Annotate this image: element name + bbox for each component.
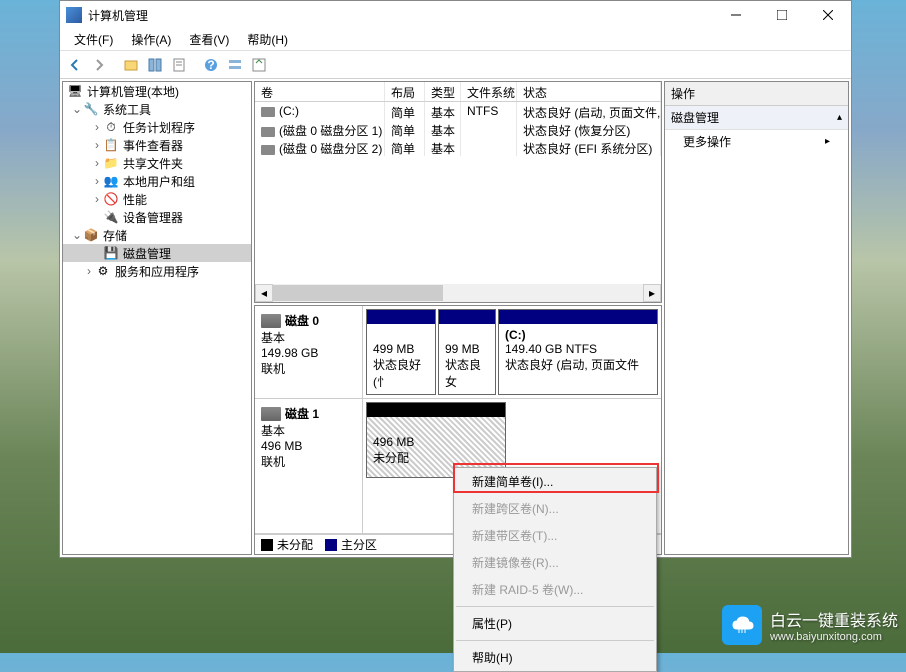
svg-text:?: ? — [207, 58, 214, 72]
services-icon: ⚙ — [95, 263, 111, 279]
computer-icon: 🖥 — [67, 83, 83, 99]
menu-action[interactable]: 操作(A) — [123, 29, 179, 50]
disk-0-row: 磁盘 0 基本 149.98 GB 联机 499 MB 状态良好 (忄 — [255, 306, 661, 399]
wrench-icon: 🔧 — [83, 101, 99, 117]
col-fs[interactable]: 文件系统 — [461, 82, 517, 101]
watermark-title: 白云一键重装系统 — [770, 607, 898, 631]
legend-primary-box — [325, 539, 337, 551]
navigation-tree[interactable]: 🖥计算机管理(本地) ⌄🔧系统工具 ›⏱任务计划程序 ›📋事件查看器 ›📁共享文… — [62, 81, 252, 555]
ctx-properties[interactable]: 属性(P) — [454, 610, 656, 637]
menu-view[interactable]: 查看(V) — [181, 29, 237, 50]
volume-icon — [261, 145, 275, 155]
storage-icon: 📦 — [83, 227, 99, 243]
separator — [456, 640, 654, 641]
scroll-right-button[interactable]: ▸ — [643, 284, 661, 302]
refresh-button[interactable] — [248, 54, 270, 76]
disk0-partition-1[interactable]: 499 MB 状态良好 (忄 — [366, 309, 436, 395]
ctx-new-mirrored-volume[interactable]: 新建镜像卷(R)... — [454, 549, 656, 576]
menu-file[interactable]: 文件(F) — [66, 29, 121, 50]
ctx-new-spanned-volume[interactable]: 新建跨区卷(N)... — [454, 495, 656, 522]
tree-performance[interactable]: ›🚫性能 — [63, 190, 251, 208]
tree-device-manager[interactable]: 🔌设备管理器 — [63, 208, 251, 226]
disk-icon — [261, 314, 281, 328]
up-button[interactable] — [120, 54, 142, 76]
minimize-button[interactable] — [713, 1, 759, 29]
ctx-help[interactable]: 帮助(H) — [454, 644, 656, 671]
window-title: 计算机管理 — [88, 7, 713, 24]
actions-more[interactable]: 更多操作▸ — [665, 130, 848, 153]
actions-panel: 操作 磁盘管理▴ 更多操作▸ — [664, 81, 849, 555]
tree-task-scheduler[interactable]: ›⏱任务计划程序 — [63, 118, 251, 136]
menu-help[interactable]: 帮助(H) — [239, 29, 296, 50]
titlebar: 计算机管理 — [60, 1, 851, 29]
tree-root[interactable]: 🖥计算机管理(本地) — [63, 82, 251, 100]
perf-icon: 🚫 — [103, 191, 119, 207]
context-menu: 新建简单卷(I)... 新建跨区卷(N)... 新建带区卷(T)... 新建镜像… — [453, 467, 657, 672]
actions-header: 操作 — [665, 82, 848, 106]
legend-unallocated-box — [261, 539, 273, 551]
maximize-button[interactable] — [759, 1, 805, 29]
event-icon: 📋 — [103, 137, 119, 153]
users-icon: 👥 — [103, 173, 119, 189]
tree-local-users[interactable]: ›👥本地用户和组 — [63, 172, 251, 190]
menubar: 文件(F) 操作(A) 查看(V) 帮助(H) — [60, 29, 851, 51]
disk-1-label[interactable]: 磁盘 1 基本 496 MB 联机 — [255, 399, 363, 533]
actions-diskmgmt[interactable]: 磁盘管理▴ — [665, 106, 848, 130]
legend-unallocated-label: 未分配 — [277, 536, 313, 553]
legend-primary-label: 主分区 — [341, 536, 377, 553]
disk-0-label[interactable]: 磁盘 0 基本 149.98 GB 联机 — [255, 306, 363, 398]
scroll-thumb[interactable] — [273, 285, 443, 301]
col-type[interactable]: 类型 — [425, 82, 461, 101]
tree-system-tools[interactable]: ⌄🔧系统工具 — [63, 100, 251, 118]
toolbar: ? — [60, 51, 851, 79]
close-button[interactable] — [805, 1, 851, 29]
volume-row[interactable]: (磁盘 0 磁盘分区 2) 简单 基本 状态良好 (EFI 系统分区) — [255, 138, 661, 156]
col-status[interactable]: 状态 — [517, 82, 661, 101]
separator — [456, 606, 654, 607]
tree-event-viewer[interactable]: ›📋事件查看器 — [63, 136, 251, 154]
properties-button[interactable] — [168, 54, 190, 76]
disk-icon: 💾 — [103, 245, 119, 261]
volume-icon — [261, 107, 275, 117]
ctx-new-simple-volume[interactable]: 新建简单卷(I)... — [454, 468, 656, 495]
volume-row[interactable]: (磁盘 0 磁盘分区 1) 简单 基本 状态良好 (恢复分区) — [255, 120, 661, 138]
collapse-icon: ▴ — [837, 112, 842, 123]
ctx-new-raid5-volume[interactable]: 新建 RAID-5 卷(W)... — [454, 576, 656, 603]
ctx-new-striped-volume[interactable]: 新建带区卷(T)... — [454, 522, 656, 549]
col-name[interactable]: 卷 — [255, 82, 385, 101]
tree-shared-folders[interactable]: ›📁共享文件夹 — [63, 154, 251, 172]
scroll-left-button[interactable]: ◂ — [255, 284, 273, 302]
app-icon — [66, 7, 82, 23]
back-button[interactable] — [64, 54, 86, 76]
cloud-icon — [722, 605, 762, 645]
tree-services[interactable]: ›⚙服务和应用程序 — [63, 262, 251, 280]
disk0-partition-c[interactable]: (C:) 149.40 GB NTFS 状态良好 (启动, 页面文件 — [498, 309, 658, 395]
col-layout[interactable]: 布局 — [385, 82, 425, 101]
volume-icon — [261, 127, 275, 137]
help-button[interactable]: ? — [200, 54, 222, 76]
submenu-icon: ▸ — [825, 136, 830, 147]
disk-icon — [261, 407, 281, 421]
tree-disk-management[interactable]: 💾磁盘管理 — [63, 244, 251, 262]
device-icon: 🔌 — [103, 209, 119, 225]
volume-header: 卷 布局 类型 文件系统 状态 — [255, 82, 661, 102]
forward-button[interactable] — [88, 54, 110, 76]
disk0-partition-2[interactable]: 99 MB 状态良女 — [438, 309, 496, 395]
volume-row[interactable]: (C:) 简单 基本 NTFS 状态良好 (启动, 页面文件, 故 — [255, 102, 661, 120]
horizontal-scrollbar[interactable]: ◂ ▸ — [255, 284, 661, 302]
clock-icon: ⏱ — [103, 119, 119, 135]
watermark-url: www.baiyunxitong.com — [770, 631, 898, 643]
volume-list[interactable]: 卷 布局 类型 文件系统 状态 (C:) 简单 基本 NTFS 状态良好 (启动… — [254, 81, 662, 303]
folder-icon: 📁 — [103, 155, 119, 171]
watermark: 白云一键重装系统 www.baiyunxitong.com — [722, 605, 898, 645]
toggle-console-button[interactable] — [144, 54, 166, 76]
tree-storage[interactable]: ⌄📦存储 — [63, 226, 251, 244]
view-button[interactable] — [224, 54, 246, 76]
